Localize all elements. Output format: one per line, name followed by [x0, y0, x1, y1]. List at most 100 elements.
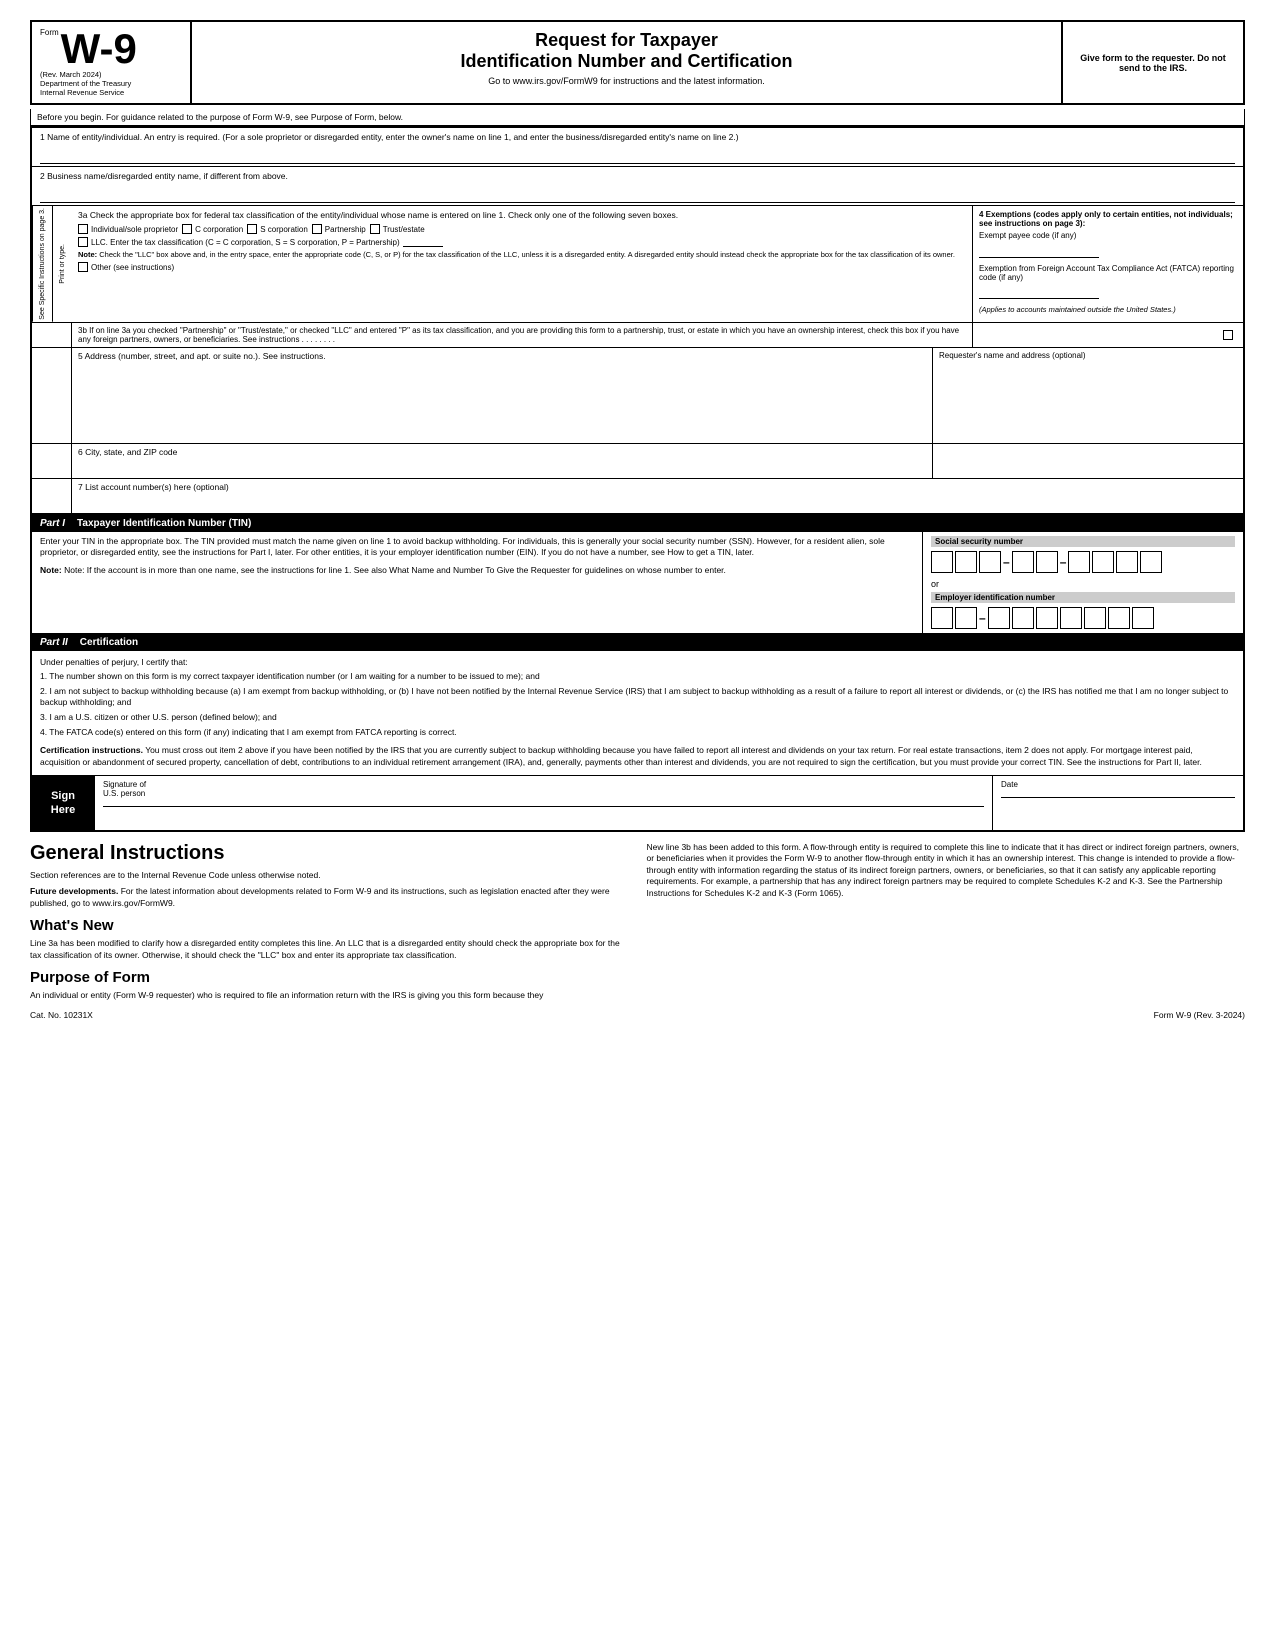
print-type-label: Print or type. [52, 206, 72, 322]
ssn-box-6[interactable] [1068, 551, 1090, 573]
cb-partnership[interactable] [312, 224, 322, 234]
row3b-spacer [32, 323, 72, 347]
cb-trust-label: Trust/estate [383, 225, 425, 234]
ein-box-6[interactable] [1060, 607, 1082, 629]
ein-box-4[interactable] [1012, 607, 1034, 629]
date-area[interactable]: Date [993, 776, 1243, 830]
cert-item-1: 1. The number shown on this form is my c… [40, 671, 1235, 683]
line7-input[interactable] [78, 492, 1237, 510]
line4-label: 4 Exemptions (codes apply only to certai… [979, 210, 1237, 228]
part2-title: Certification [80, 637, 138, 648]
cb-partnership-label: Partnership [325, 225, 366, 234]
ssn-group3 [1068, 551, 1162, 573]
line2-input-area[interactable] [40, 183, 1235, 203]
line4-content: 4 Exemptions (codes apply only to certai… [973, 206, 1243, 322]
ein-group2 [988, 607, 1154, 629]
ein-box-5[interactable] [1036, 607, 1058, 629]
cb-individual-label: Individual/sole proprietor [91, 225, 178, 234]
gi-future-dev-label: Future developments. [30, 886, 118, 896]
row6: 6 City, state, and ZIP code [32, 444, 1243, 479]
cb-llc[interactable] [78, 237, 88, 247]
ein-box-3[interactable] [988, 607, 1010, 629]
row6-spacer [32, 444, 72, 478]
sign-content: Signature of U.S. person Date [94, 776, 1243, 830]
line3a-label: 3a Check the appropriate box for federal… [78, 210, 966, 220]
part1-label: Part I [40, 518, 65, 529]
form-header: Form W-9 (Rev. March 2024) Department of… [30, 20, 1245, 105]
cb-llc-item: LLC. Enter the tax classification (C = C… [78, 237, 443, 247]
header-left: Form W-9 (Rev. March 2024) Department of… [32, 22, 192, 103]
gi-future-dev: Future developments. For the latest info… [30, 886, 629, 909]
ssn-box-8[interactable] [1116, 551, 1138, 573]
line7-label: 7 List account number(s) here (optional) [78, 482, 1237, 492]
before-begin: Before you begin. For guidance related t… [30, 109, 1245, 126]
form-body: 1 Name of entity/individual. An entry is… [30, 126, 1245, 832]
llc-code-input[interactable] [403, 237, 443, 247]
header-right: Give form to the requester. Do not send … [1063, 22, 1243, 103]
ein-dash: – [979, 611, 986, 625]
row6-right-spacer [933, 444, 1243, 478]
ein-box-2[interactable] [955, 607, 977, 629]
date-label: Date [1001, 780, 1235, 789]
purpose-title: Purpose of Form [30, 969, 629, 986]
sig-area[interactable]: Signature of U.S. person [95, 776, 993, 830]
row3b: 3b If on line 3a you checked "Partnershi… [32, 323, 1243, 348]
row56-spacer [32, 348, 72, 443]
row7-content: 7 List account number(s) here (optional) [72, 479, 1243, 513]
cb-s-corp[interactable] [247, 224, 257, 234]
requester-area: Requester's name and address (optional) [933, 348, 1243, 443]
part1-header: Part I Taxpayer Identification Number (T… [32, 515, 1243, 532]
cert-item-2: 2. I am not subject to backup withholdin… [40, 686, 1235, 710]
line3a-content: 3a Check the appropriate box for federal… [72, 206, 973, 322]
part1-title: Taxpayer Identification Number (TIN) [77, 518, 251, 529]
ssn-group1 [931, 551, 1001, 573]
exempt-payee-input[interactable] [979, 244, 1099, 258]
cb-c-corp-item: C corporation [182, 224, 243, 234]
whats-new-title: What's New [30, 917, 629, 934]
ssn-box-4[interactable] [1012, 551, 1034, 573]
row6-content: 6 City, state, and ZIP code [72, 444, 933, 478]
cb-3b[interactable] [1223, 330, 1233, 340]
line1-input-area[interactable] [40, 144, 1235, 164]
cb-other[interactable] [78, 262, 88, 272]
sig-line[interactable] [103, 806, 984, 826]
ssn-box-1[interactable] [931, 551, 953, 573]
line5-label: 5 Address (number, street, and apt. or s… [78, 351, 926, 361]
ssn-box-3[interactable] [979, 551, 1001, 573]
ein-box-1[interactable] [931, 607, 953, 629]
side-label-text: See Specific Instructions on page 3. [39, 208, 46, 320]
ssn-box-9[interactable] [1140, 551, 1162, 573]
part2-header: Part II Certification [32, 634, 1243, 651]
ssn-group2 [1012, 551, 1058, 573]
before-begin-text: Before you begin. For guidance related t… [37, 112, 403, 122]
form-label: Form [40, 28, 59, 37]
checkbox-row-llc: LLC. Enter the tax classification (C = C… [78, 237, 966, 247]
print-type-text: Print or type. [59, 244, 66, 284]
title-line1: Request for Taxpayer [200, 30, 1053, 51]
sign-label-line2: Here [51, 803, 75, 817]
row56: 5 Address (number, street, and apt. or s… [32, 348, 1243, 444]
line6-input[interactable] [78, 457, 926, 475]
ssn-box-7[interactable] [1092, 551, 1114, 573]
row7-spacer [32, 479, 72, 513]
cert-instructions-label: Certification instructions. [40, 745, 143, 755]
ssn-box-2[interactable] [955, 551, 977, 573]
ein-label: Employer identification number [931, 592, 1235, 603]
llc-note-text: Check the "LLC" box above and, in the en… [99, 250, 955, 259]
ssn-dash-1: – [1003, 555, 1010, 569]
cb-individual[interactable] [78, 224, 88, 234]
line5-input[interactable] [78, 361, 926, 383]
fatca-input[interactable] [979, 285, 1099, 299]
ein-box-9[interactable] [1132, 607, 1154, 629]
cb-c-corp[interactable] [182, 224, 192, 234]
ein-box-7[interactable] [1084, 607, 1106, 629]
part1-body-text: Enter your TIN in the appropriate box. T… [40, 536, 914, 559]
sig-sublabel: U.S. person [103, 789, 984, 798]
part1-body: Enter your TIN in the appropriate box. T… [32, 532, 1243, 634]
requester-input[interactable] [939, 360, 1237, 440]
ein-box-8[interactable] [1108, 607, 1130, 629]
part1-right: Social security number – – [923, 532, 1243, 633]
date-line[interactable] [1001, 797, 1235, 817]
ssn-box-5[interactable] [1036, 551, 1058, 573]
cb-trust[interactable] [370, 224, 380, 234]
